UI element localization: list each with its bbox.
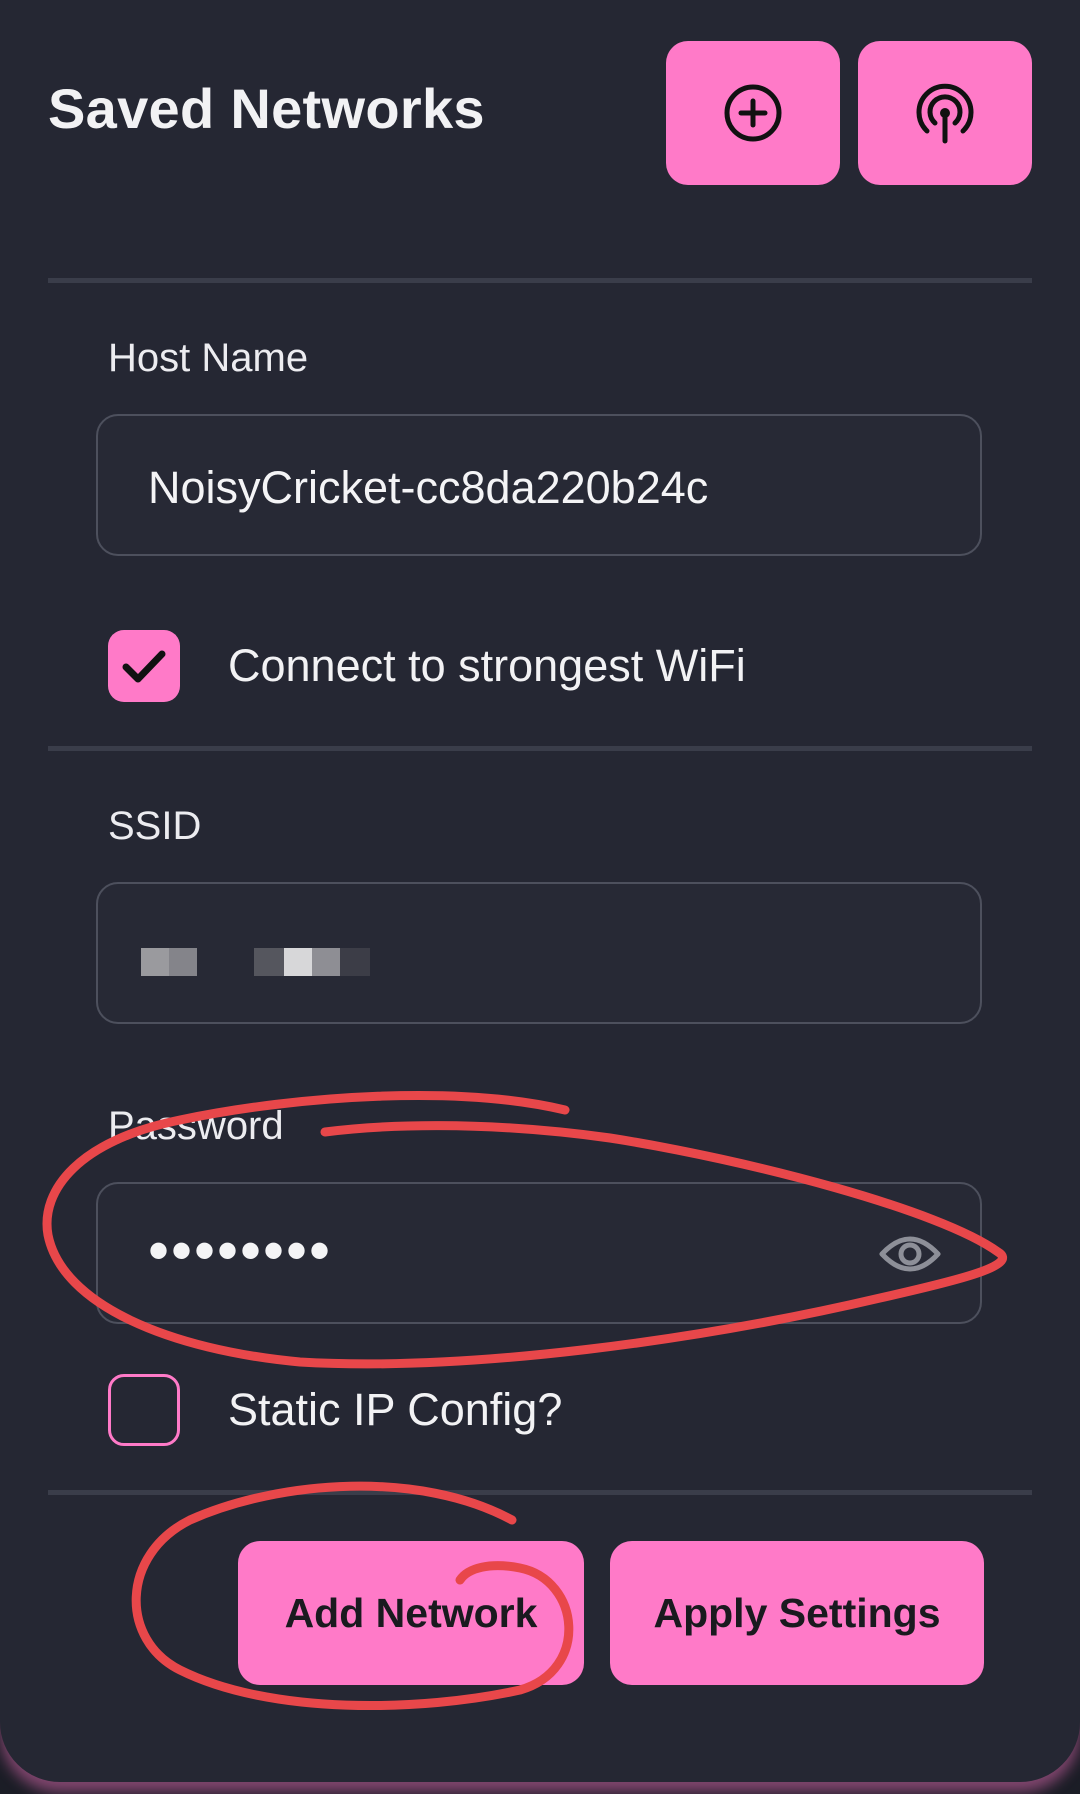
checkmark-icon (122, 650, 166, 683)
password-input[interactable]: •••••••• (96, 1182, 982, 1324)
password-label: Password (108, 1104, 284, 1148)
static-ip-label[interactable]: Static IP Config? (228, 1384, 562, 1436)
settings-card: Saved Networks Host Name NoisyCricket-cc… (0, 0, 1080, 1782)
scan-networks-button[interactable] (858, 41, 1032, 185)
ssid-label: SSID (108, 804, 202, 848)
wifi-broadcast-icon (916, 83, 974, 144)
divider (48, 278, 1032, 283)
strongest-wifi-checkbox[interactable] (108, 630, 180, 702)
strongest-wifi-label[interactable]: Connect to strongest WiFi (228, 640, 746, 692)
divider (48, 1490, 1032, 1495)
static-ip-checkbox[interactable] (108, 1374, 180, 1446)
add-network-button[interactable]: Add Network (238, 1541, 584, 1685)
apply-settings-button[interactable]: Apply Settings (610, 1541, 984, 1685)
host-name-value: NoisyCricket-cc8da220b24c (148, 462, 709, 513)
plus-circle-icon (724, 84, 782, 142)
divider (48, 746, 1032, 751)
password-value: •••••••• (148, 1217, 333, 1284)
ssid-input[interactable] (96, 882, 982, 1024)
eye-icon[interactable] (878, 1228, 942, 1280)
host-name-input[interactable]: NoisyCricket-cc8da220b24c (96, 414, 982, 556)
add-network-icon-button[interactable] (666, 41, 840, 185)
host-name-label: Host Name (108, 336, 309, 380)
page-title: Saved Networks (48, 77, 485, 140)
